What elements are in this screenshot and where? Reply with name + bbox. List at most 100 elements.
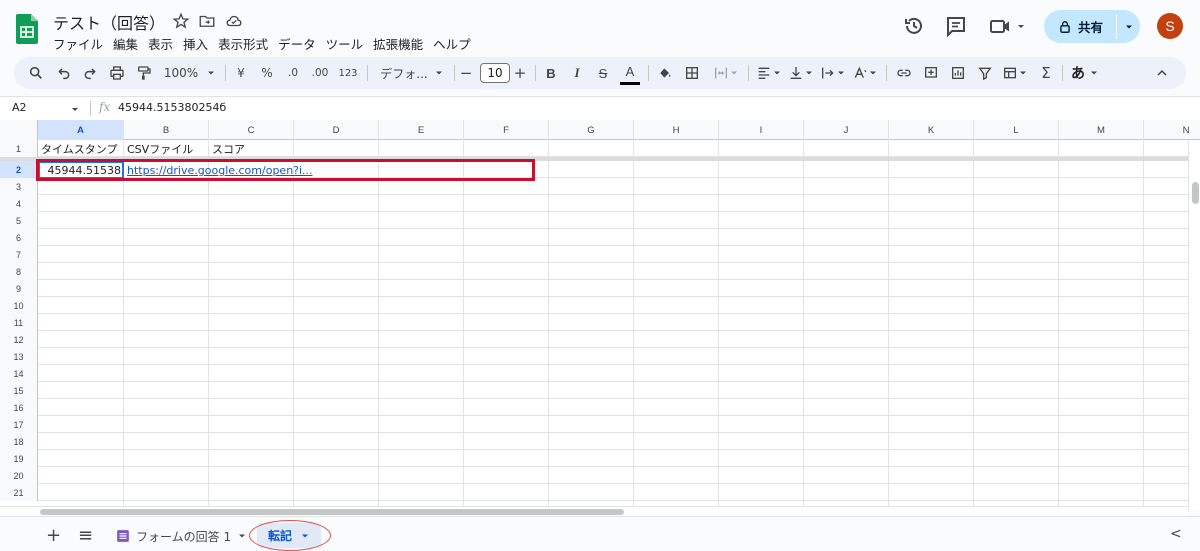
row-header-14[interactable]: 14 <box>0 365 38 382</box>
menu-format[interactable]: 表示形式 <box>213 32 273 52</box>
row-header-8[interactable]: 8 <box>0 263 38 280</box>
row-header-2[interactable]: 2 <box>0 161 38 178</box>
column-header-m[interactable]: M <box>1059 120 1144 140</box>
row-header-13[interactable]: 13 <box>0 348 38 365</box>
menu-tools[interactable]: ツール <box>321 32 369 52</box>
name-box[interactable]: A2 <box>12 101 27 114</box>
search-menus-button[interactable] <box>26 57 46 89</box>
column-header-e[interactable]: E <box>379 120 464 140</box>
share-main-button[interactable]: 共有 <box>1044 10 1116 43</box>
percent-format-button[interactable]: % <box>258 57 276 89</box>
sheet-tab-form-responses[interactable]: フォームの回答 1 <box>116 525 247 547</box>
row-header-19[interactable]: 19 <box>0 450 38 467</box>
functions-button[interactable]: Σ <box>1036 57 1056 89</box>
column-header-n[interactable]: N <box>1144 120 1200 140</box>
row-header-21[interactable]: 21 <box>0 484 38 501</box>
row-header-6[interactable]: 6 <box>0 229 38 246</box>
column-header-l[interactable]: L <box>974 120 1059 140</box>
paint-format-button[interactable] <box>134 57 154 89</box>
insert-link-button[interactable] <box>894 57 914 89</box>
share-dropdown-button[interactable] <box>1117 10 1140 43</box>
star-icon[interactable] <box>172 12 190 30</box>
text-wrap-button[interactable] <box>818 57 848 89</box>
all-sheets-button[interactable]: ≡ <box>78 525 93 546</box>
text-rotation-button[interactable] <box>850 57 880 89</box>
column-header-i[interactable]: I <box>719 120 804 140</box>
row-header-11[interactable]: 11 <box>0 314 38 331</box>
horizontal-scroll-thumb[interactable] <box>40 509 624 515</box>
row-header-18[interactable]: 18 <box>0 433 38 450</box>
vertical-align-button[interactable] <box>786 57 816 89</box>
row-header-9[interactable]: 9 <box>0 280 38 297</box>
italic-button[interactable]: I <box>568 57 586 89</box>
currency-format-button[interactable]: ¥ <box>232 57 250 89</box>
meet-video-icon[interactable] <box>988 14 1028 38</box>
caret-down-icon[interactable] <box>237 531 247 541</box>
column-header-d[interactable]: D <box>294 120 379 140</box>
document-title[interactable]: テスト（回答） <box>53 10 165 34</box>
create-filter-button[interactable] <box>975 57 995 89</box>
row-header-10[interactable]: 10 <box>0 297 38 314</box>
column-header-k[interactable]: K <box>889 120 974 140</box>
increase-font-size-button[interactable]: + <box>512 57 528 89</box>
column-header-f[interactable]: F <box>464 120 549 140</box>
font-select[interactable]: デフォ... <box>374 57 450 89</box>
row-header-15[interactable]: 15 <box>0 382 38 399</box>
column-header-a[interactable]: A <box>38 120 124 140</box>
menu-view[interactable]: 表示 <box>143 32 178 52</box>
print-button[interactable] <box>107 57 127 89</box>
row-header-5[interactable]: 5 <box>0 212 38 229</box>
strikethrough-button[interactable]: S <box>594 57 612 89</box>
move-folder-icon[interactable] <box>198 12 216 30</box>
borders-button[interactable] <box>682 57 702 89</box>
row-header-1[interactable]: 1 <box>0 140 38 157</box>
zoom-select[interactable]: 100% <box>162 57 218 89</box>
menu-edit[interactable]: 編集 <box>108 32 143 52</box>
hide-menus-button[interactable] <box>1152 57 1172 89</box>
select-all-corner[interactable] <box>0 120 38 140</box>
spreadsheet-grid[interactable]: ABCDEFGHIJKLMN 1 2 3 4 5 6 7 8 9 10 11 12 13 14 15 16 17… <box>0 120 1200 510</box>
row-header-16[interactable]: 16 <box>0 399 38 416</box>
fill-color-button[interactable] <box>655 57 675 89</box>
increase-decimal-button[interactable]: .00 <box>308 57 332 89</box>
redo-button[interactable] <box>80 57 100 89</box>
vertical-scrollbar[interactable] <box>1188 140 1200 510</box>
filter-views-button[interactable] <box>1000 57 1030 89</box>
horizontal-align-button[interactable] <box>754 57 784 89</box>
row-header-7[interactable]: 7 <box>0 246 38 263</box>
column-header-c[interactable]: C <box>209 120 294 140</box>
vertical-scroll-thumb[interactable] <box>1192 182 1199 204</box>
sheets-logo-icon[interactable] <box>16 14 38 44</box>
undo-button[interactable] <box>54 57 74 89</box>
insert-comment-button[interactable] <box>921 57 941 89</box>
menu-file[interactable]: ファイル <box>48 32 108 52</box>
cloud-saved-icon[interactable] <box>225 12 243 30</box>
row-header-12[interactable]: 12 <box>0 331 38 348</box>
cell-c1[interactable]: スコア <box>209 141 294 158</box>
cell-a1[interactable]: タイムスタンプ <box>38 141 124 158</box>
column-header-h[interactable]: H <box>634 120 719 140</box>
merge-cells-button[interactable] <box>708 57 744 89</box>
decrease-decimal-button[interactable]: .0 <box>282 57 304 89</box>
bold-button[interactable]: B <box>542 57 560 89</box>
menu-extensions[interactable]: 拡張機能 <box>368 32 428 52</box>
insert-chart-button[interactable] <box>948 57 968 89</box>
comments-icon[interactable] <box>944 14 968 38</box>
add-sheet-button[interactable]: + <box>46 525 61 546</box>
menu-help[interactable]: ヘルプ <box>428 32 476 52</box>
more-formats-button[interactable]: 123 <box>336 57 360 89</box>
row-header-4[interactable]: 4 <box>0 195 38 212</box>
column-header-b[interactable]: B <box>124 120 209 140</box>
cell-b1[interactable]: CSVファイル <box>124 141 209 158</box>
horizontal-scrollbar[interactable] <box>0 506 1188 516</box>
text-color-button[interactable]: A <box>620 61 640 85</box>
account-avatar[interactable]: S <box>1157 13 1183 39</box>
row-header-20[interactable]: 20 <box>0 467 38 484</box>
formula-input[interactable]: 45944.515380254б <box>118 101 226 114</box>
menu-data[interactable]: データ <box>273 32 321 52</box>
column-header-g[interactable]: G <box>549 120 634 140</box>
column-header-j[interactable]: J <box>804 120 889 140</box>
chevron-left-icon[interactable]: < <box>1170 526 1182 542</box>
share-button[interactable]: 共有 <box>1044 10 1140 43</box>
row-header-3[interactable]: 3 <box>0 178 38 195</box>
